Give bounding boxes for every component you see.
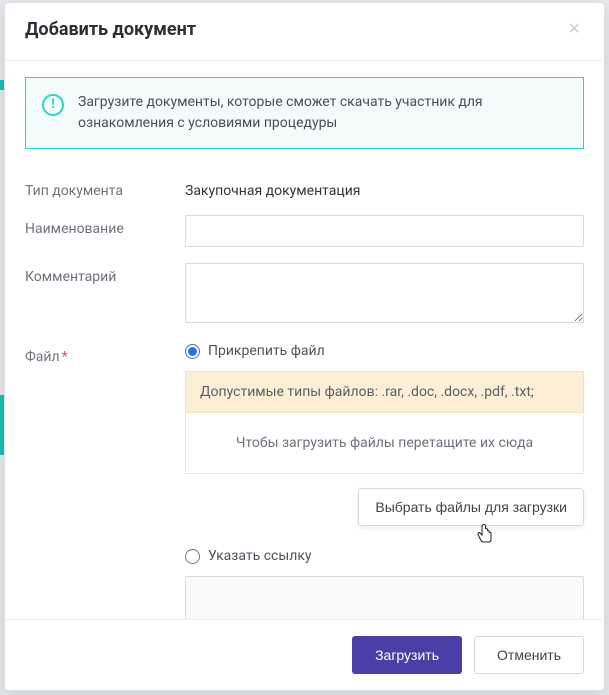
info-icon: ! (42, 94, 64, 116)
radio-attach-label: Прикрепить файл (208, 343, 325, 359)
info-text: Загрузите документы, которые сможет скач… (78, 92, 567, 134)
label-comment: Комментарий (25, 263, 185, 285)
label-file-text: Файл (25, 349, 60, 365)
modal-footer: Загрузить Отменить (5, 619, 604, 690)
value-doc-type: Закупочная документация (185, 177, 584, 199)
radio-attach-input[interactable] (185, 344, 200, 359)
close-icon[interactable]: × (564, 19, 584, 39)
label-name: Наименование (25, 215, 185, 237)
row-doc-type: Тип документа Закупочная документация (25, 177, 584, 199)
radio-specify-link[interactable]: Указать ссылку (185, 548, 584, 564)
radio-link-input[interactable] (185, 549, 200, 564)
name-input[interactable] (185, 215, 584, 247)
radio-link-label: Указать ссылку (208, 548, 312, 564)
comment-input[interactable] (185, 263, 584, 323)
add-document-modal: Добавить документ × ! Загрузите документ… (4, 2, 605, 691)
link-input[interactable] (185, 576, 584, 619)
modal-title: Добавить документ (25, 19, 196, 40)
choose-files-button[interactable]: Выбрать файлы для загрузки (358, 488, 584, 526)
file-drop-zone[interactable]: Чтобы загрузить файлы перетащите их сюда (185, 413, 584, 474)
label-file: Файл* (25, 343, 185, 365)
modal-header: Добавить документ × (5, 3, 604, 61)
cancel-button[interactable]: Отменить (474, 636, 584, 674)
row-comment: Комментарий (25, 263, 584, 327)
allowed-file-types: Допустимые типы файлов: .rar, .doc, .doc… (185, 371, 584, 413)
radio-attach-file[interactable]: Прикрепить файл (185, 343, 584, 359)
cursor-pointer-icon (476, 524, 494, 548)
choose-row: Выбрать файлы для загрузки (185, 488, 584, 526)
info-banner: ! Загрузите документы, которые сможет ск… (25, 77, 584, 149)
required-asterisk: * (62, 349, 68, 365)
row-name: Наименование (25, 215, 584, 247)
modal-body: ! Загрузите документы, которые сможет ск… (5, 61, 604, 619)
label-doc-type: Тип документа (25, 177, 185, 199)
row-file: Файл* Прикрепить файл Допустимые типы фа… (25, 343, 584, 619)
submit-button[interactable]: Загрузить (352, 636, 462, 674)
